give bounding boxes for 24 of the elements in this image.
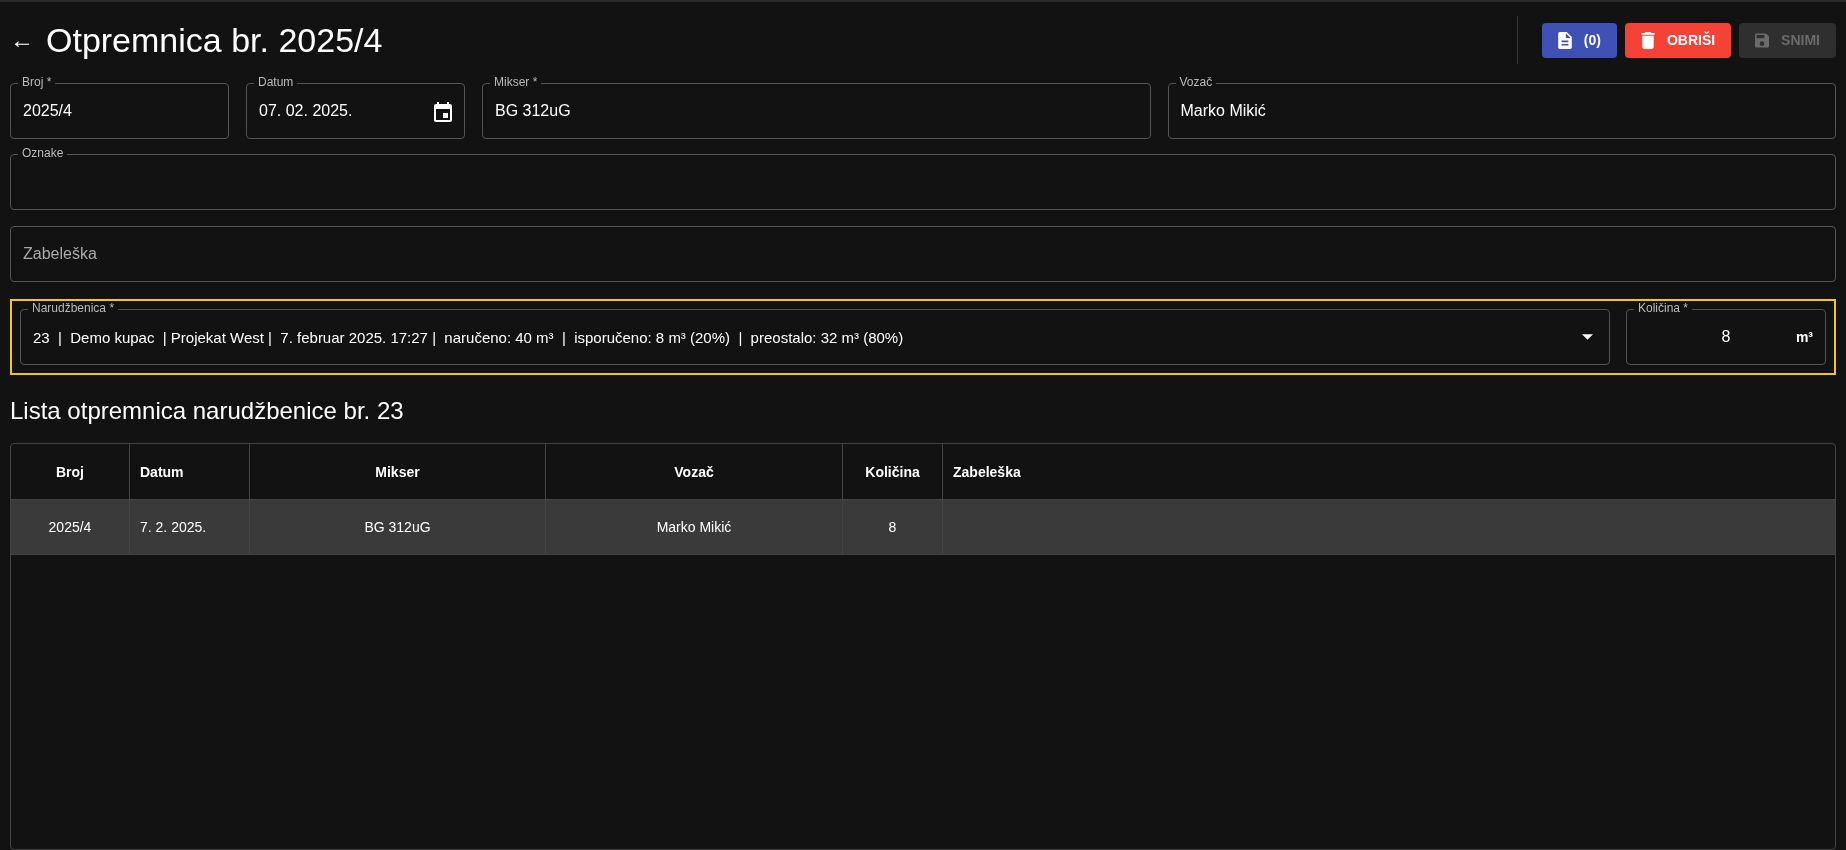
input-field[interactable]: Zabeleška [10,226,1836,282]
column-header[interactable]: Zabeleška [943,444,1835,499]
field-label: Broj * [18,75,56,90]
column-header[interactable]: Mikser [250,444,546,499]
table-cell: 7. 2. 2025. [140,519,207,535]
table-cell: 8 [888,519,897,535]
table-row[interactable]: 2025/4 7. 2. 2025. BG 312uG Marko Mikić 8 [11,500,1835,555]
calendar-icon[interactable] [434,100,452,122]
column-header[interactable]: Količina [843,444,943,499]
documents-button[interactable]: (0) [1541,22,1617,58]
table-cell: Marko Mikić [656,519,732,535]
column-header[interactable]: Datum [130,444,250,499]
unit-label: m³ [1795,329,1813,345]
caret-icon[interactable] [1582,334,1593,340]
trash-icon [1640,31,1655,49]
table-cell: BG 312uG [364,519,431,535]
document-icon [1557,31,1572,49]
table-cell: 2025/4 [48,519,92,535]
column-header[interactable]: Vozač [546,444,843,499]
column-header[interactable]: Broj [11,444,130,499]
page-title: Otpremnica br. 2025/4 [46,20,383,60]
delete-button[interactable]: OBRIŠI [1624,22,1732,58]
section-title: Lista otpremnica narudžbenice br. 23 [10,397,405,425]
back-arrow-icon[interactable]: ← [10,26,34,54]
